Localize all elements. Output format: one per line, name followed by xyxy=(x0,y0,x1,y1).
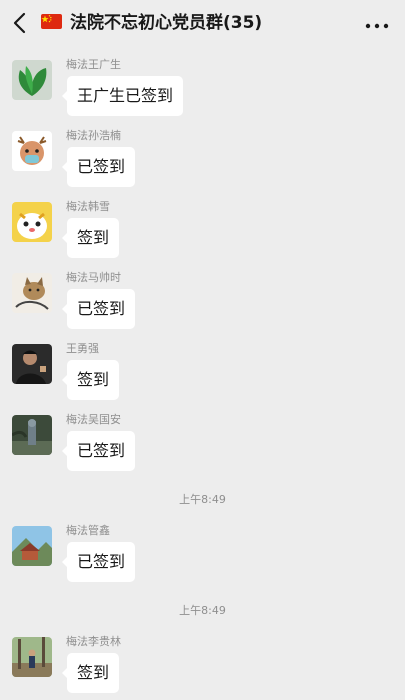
cartoon-character-avatar[interactable] xyxy=(12,202,52,242)
deer-avatar[interactable] xyxy=(12,131,52,171)
sender-name: 梅法吴国安 xyxy=(66,413,121,426)
back-button[interactable] xyxy=(10,11,32,35)
chat-header: 法院不忘初心党员群(35) xyxy=(0,0,405,46)
message-bubble[interactable]: 已签到 xyxy=(61,147,136,187)
message-bubble[interactable]: 王广生已签到 xyxy=(61,76,184,116)
more-button[interactable] xyxy=(363,17,391,29)
photo-avatar[interactable] xyxy=(12,415,52,455)
cat-avatar[interactable] xyxy=(12,273,52,313)
message-bubble[interactable]: 已签到 xyxy=(61,542,136,582)
chevron-left-icon xyxy=(13,12,26,34)
sender-name: 梅法马帅时 xyxy=(66,271,121,284)
message-bubble[interactable]: 签到 xyxy=(61,653,120,693)
more-dots-icon xyxy=(365,23,389,29)
photo-avatar[interactable] xyxy=(12,344,52,384)
sender-name: 梅法管鑫 xyxy=(66,524,110,537)
sender-name: 梅法王广生 xyxy=(66,58,121,71)
timestamp: 上午8:49 xyxy=(179,604,226,617)
sender-name: 梅法孙浩楠 xyxy=(66,129,121,142)
china-flag-icon xyxy=(41,14,62,29)
landscape-avatar[interactable] xyxy=(12,526,52,566)
message-bubble[interactable]: 签到 xyxy=(61,360,120,400)
message-bubble[interactable]: 签到 xyxy=(61,218,120,258)
chat-title: 法院不忘初心党员群(35) xyxy=(70,13,263,33)
sender-name: 梅法韩雪 xyxy=(66,200,110,213)
photo-avatar[interactable] xyxy=(12,637,52,677)
message-bubble[interactable]: 已签到 xyxy=(61,289,136,329)
message-bubble[interactable]: 已签到 xyxy=(61,431,136,471)
plant-avatar[interactable] xyxy=(12,60,52,100)
sender-name: 梅法李贵林 xyxy=(66,635,121,648)
sender-name: 王勇强 xyxy=(66,342,99,355)
timestamp: 上午8:49 xyxy=(179,493,226,506)
